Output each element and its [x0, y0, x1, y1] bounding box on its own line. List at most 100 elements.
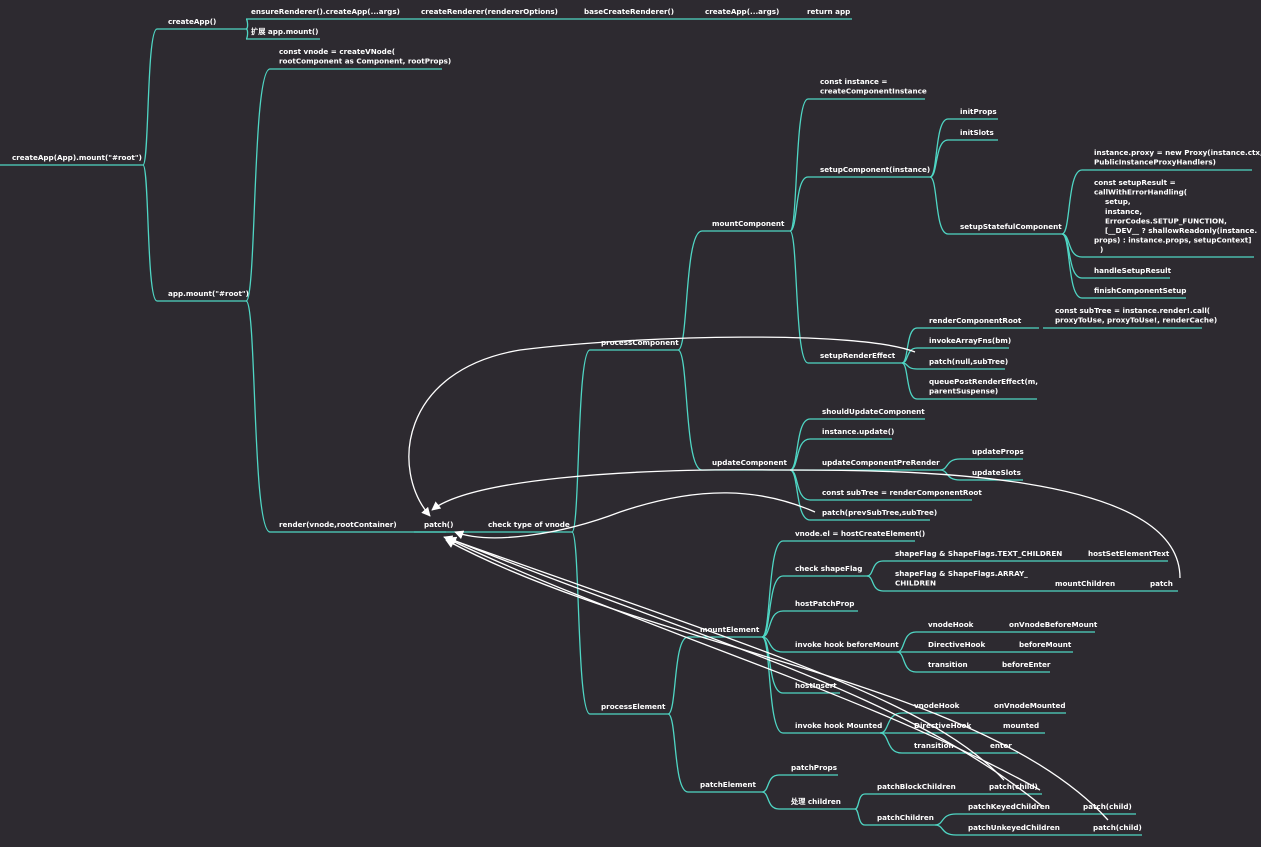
node-checkShapeFlag: check shapeFlag: [795, 564, 862, 573]
node-render-line: render(vnode,rootContainer): [279, 520, 397, 529]
node-setupRenderEffect: setupRenderEffect: [820, 351, 896, 360]
node-transition1-line: transition: [928, 660, 968, 669]
node-initSlots-line: initSlots: [960, 128, 994, 137]
node-subTreeCall-line: const subTree = instance.render!.call(: [1055, 306, 1210, 315]
node-shapeText: shapeFlag & ShapeFlags.TEXT_CHILDREN: [895, 549, 1062, 558]
node-mounted-line: mounted: [1003, 721, 1039, 730]
node-setupResult-line: props) : instance.props, setupContext]: [1094, 236, 1251, 245]
node-setupResult-line: instance,: [1105, 207, 1142, 216]
node-patch-line: patch(): [424, 520, 453, 529]
node-mountChildren-line: mountChildren: [1055, 579, 1115, 588]
node-enter: enter: [990, 741, 1012, 750]
node-shouldUpdate-line: shouldUpdateComponent: [822, 407, 925, 416]
edge-handleChildren-patchChildren: [854, 808, 866, 826]
node-patchPrevSubTree-line: patch(prevSubTree,subTree): [822, 508, 937, 517]
node-createApp: createApp(): [168, 17, 216, 26]
node-shapeArray-line: shapeFlag & ShapeFlags.ARRAY_: [895, 569, 1028, 578]
node-patchElement: patchElement: [700, 780, 757, 789]
node-shapeArray: shapeFlag & ShapeFlags.ARRAY_ CHILDREN: [895, 569, 1028, 588]
node-queuePostRender: queuePostRenderEffect(m, parentSuspense): [929, 377, 1038, 396]
edge-createApp-ensureRenderer: [245, 18, 249, 30]
node-invokeArrayFns: invokeArrayFns(bm): [929, 336, 1011, 345]
node-setupResult-line: const setupResult =: [1094, 178, 1176, 187]
node-setupRenderEffect-line: setupRenderEffect: [820, 351, 896, 360]
node-setupStateful: setupStatefulComponent: [960, 222, 1062, 231]
node-checkType-line: check type of vnode: [488, 520, 570, 529]
node-createRenderer: createRenderer(rendererOptions): [421, 7, 558, 16]
node-checkType: check type of vnode: [488, 520, 570, 529]
node-initProps: initProps: [960, 107, 997, 116]
node-patchUnkeyed-line: patchUnkeyedChildren: [968, 823, 1060, 832]
node-appMount: app.mount("#root"): [168, 289, 249, 298]
edge-invokeMounted-transition2: [879, 732, 903, 754]
edge-patchChildren-patchKeyed: [934, 813, 957, 826]
node-patchProps-line: patchProps: [791, 763, 837, 772]
node-renderComponentRoot-line: renderComponentRoot: [929, 316, 1022, 325]
node-ensureRenderer-line: ensureRenderer().createApp(...args): [251, 7, 400, 16]
node-handleSetupResult-line: handleSetupResult: [1094, 266, 1172, 275]
node-vnodeEl: vnode.el = hostCreateElement(): [795, 529, 925, 538]
node-beforeEnter: beforeEnter: [1002, 660, 1051, 669]
node-render: render(vnode,rootContainer): [279, 520, 397, 529]
edge-setupComponent-setupStateful: [929, 176, 949, 235]
node-mountElement: mountElement: [700, 625, 760, 634]
node-onVnodeBeforeMount-line: onVnodeBeforeMount: [1009, 620, 1098, 629]
edge-mountComponent-setupRenderEffect: [789, 230, 809, 364]
node-updateComponent-line: updateComponent: [712, 458, 787, 467]
node-instanceProxy-line: instance.proxy = new Proxy(instance.ctx,: [1094, 148, 1261, 157]
edge-setupStateful-instanceProxy: [1061, 169, 1083, 235]
edge-checkType-processComponent: [571, 349, 591, 533]
node-initProps-line: initProps: [960, 107, 997, 116]
node-constSubTree: const subTree = renderComponentRoot: [822, 488, 982, 497]
node-patchKeyed: patchKeyedChildren: [968, 802, 1050, 811]
node-processElement-line: processElement: [601, 702, 666, 711]
edge-processComponent-updateComponent: [677, 349, 703, 471]
node-updateProps-line: updateProps: [972, 447, 1024, 456]
node-beforeMount-line: beforeMount: [1019, 640, 1072, 649]
edge-patchElement-handleChildren: [761, 791, 780, 810]
node-handleChildren-line: 处理 children: [790, 797, 841, 806]
node-setupResult-line: [__DEV__ ? shallowReadonly(instance.: [1105, 226, 1257, 235]
edge-appMount-createVNode: [245, 68, 271, 302]
node-createVNode: const vnode = createVNode(rootComponent …: [279, 47, 451, 66]
edge-createApp-extendMount: [245, 28, 249, 40]
edge-handleChildren-patchBlockChildren: [854, 793, 866, 810]
node-baseCreateRenderer-line: baseCreateRenderer(): [584, 7, 674, 16]
node-setupResult: const setupResult = callWithErrorHandling…: [1094, 178, 1257, 254]
node-updateComponent: updateComponent: [712, 458, 787, 467]
edge-processComponent-mountComponent: [677, 230, 703, 351]
node-patchLeaf: patch: [1150, 579, 1173, 588]
edge-invokeBeforeMount-vnodeHook1: [896, 631, 917, 653]
edge-processElement-mountElement: [667, 636, 689, 715]
node-hostPatchProp: hostPatchProp: [795, 599, 854, 608]
node-patchPrevSubTree: patch(prevSubTree,subTree): [822, 508, 937, 517]
node-baseCreateRenderer: baseCreateRenderer(): [584, 7, 674, 16]
node-processElement: processElement: [601, 702, 666, 711]
node-updateProps: updateProps: [972, 447, 1024, 456]
node-directiveHook1: DirectiveHook: [928, 640, 985, 649]
node-createInstance-line: const instance =: [820, 77, 887, 86]
arrow-prevsubtree-to-patch: [454, 492, 816, 540]
node-patchProps: patchProps: [791, 763, 837, 772]
node-beforeMount: beforeMount: [1019, 640, 1072, 649]
node-invokeMounted: invoke hook Mounted: [795, 721, 882, 730]
node-mountChildren: mountChildren: [1055, 579, 1115, 588]
node-setupResult-line: setup,: [1105, 197, 1131, 206]
node-appMount-line: app.mount("#root"): [168, 289, 249, 298]
node-invokeBeforeMount-line: invoke hook beforeMount: [795, 640, 899, 649]
node-extendMount: 扩展 app.mount(): [251, 27, 318, 36]
node-vnodeHook1-line: vnodeHook: [928, 620, 974, 629]
node-instanceUpdate: instance.update(): [822, 427, 894, 436]
edge-patchChildren-patchUnkeyed: [934, 824, 957, 836]
edge-processElement-patchElement: [667, 713, 689, 793]
node-patchChild3-line: patch(child): [1093, 823, 1142, 832]
node-renderComponentRoot: renderComponentRoot: [929, 316, 1022, 325]
edge-root-createApp: [142, 28, 158, 166]
node-initSlots: initSlots: [960, 128, 994, 137]
edge-mountElement-vnodeEl: [761, 540, 784, 638]
node-createApp2-line: createApp(...args): [705, 7, 779, 16]
node-hostSetElementText-line: hostSetElementText: [1088, 549, 1170, 558]
edge-setupComponent-initProps: [929, 118, 949, 178]
edge-root-appMount: [142, 164, 158, 302]
node-patchUnkeyed: patchUnkeyedChildren: [968, 823, 1060, 832]
